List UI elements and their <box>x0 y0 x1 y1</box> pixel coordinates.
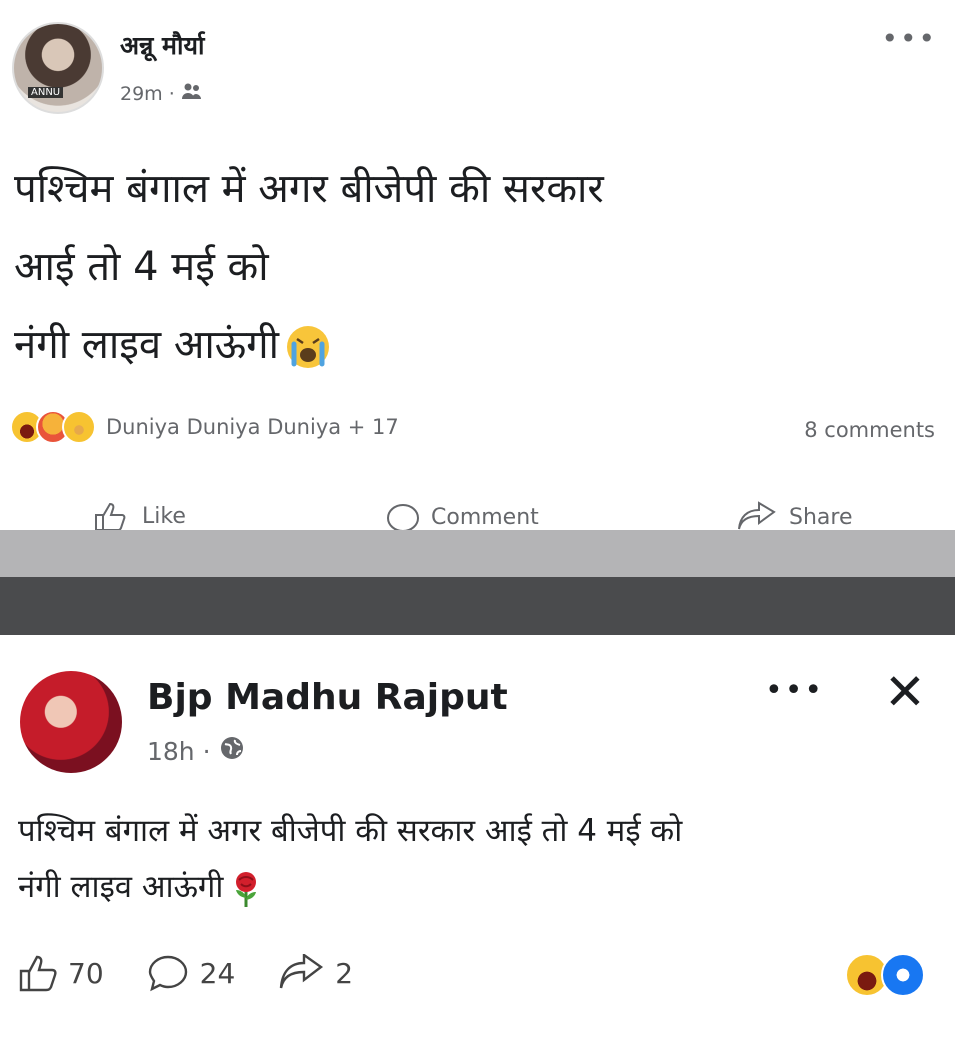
post-card-1: ANNU अन्नू मौर्या 29m · ••• पश्चिम बंगाल… <box>0 0 955 535</box>
reactions-summary[interactable] <box>845 953 925 997</box>
post-text: पश्चिम बंगाल में अगर बीजेपी की सरकार आई … <box>18 803 938 915</box>
more-options-icon[interactable]: ••• <box>881 22 937 55</box>
post-time[interactable]: 18h <box>147 737 195 766</box>
reactions-summary[interactable]: Duniya Duniya Duniya + 17 <box>10 410 399 444</box>
action-bar: 70 24 2 <box>18 953 395 993</box>
like-reaction-icon <box>881 953 925 997</box>
sad-reaction-icon <box>62 410 96 444</box>
post-text-line: पश्चिम बंगाल में अगर बीजेपी की सरकार आई … <box>18 813 683 849</box>
share-icon <box>280 954 324 989</box>
separator-light <box>0 530 955 577</box>
post-text-line: आई तो 4 मई को <box>14 244 269 290</box>
share-icon <box>738 501 776 530</box>
share-button[interactable]: Share <box>735 501 853 533</box>
separator-dark <box>0 577 955 635</box>
post-text: पश्चिम बंगाल में अगर बीजेपी की सरकार आई … <box>14 150 914 384</box>
like-label: Like <box>142 503 186 529</box>
globe-icon <box>219 735 245 767</box>
post-text-line: पश्चिम बंगाल में अगर बीजेपी की सरकार <box>14 166 604 212</box>
comment-count[interactable]: 8 comments <box>804 418 935 442</box>
comment-button[interactable]: Comment <box>385 501 539 533</box>
like-button[interactable]: Like <box>92 501 186 531</box>
comment-icon <box>148 955 187 992</box>
post-time[interactable]: 29m <box>120 83 163 105</box>
close-icon[interactable]: ✕ <box>884 667 926 717</box>
comment-icon <box>387 504 419 532</box>
action-bar: Like Comment Share <box>0 495 955 535</box>
avatar[interactable] <box>20 671 122 773</box>
post-text-line: नंगी लाइव आऊंगी <box>14 322 280 368</box>
share-button[interactable]: 2 <box>277 954 353 992</box>
post-meta: 18h · <box>147 735 245 767</box>
comment-button[interactable]: 24 <box>146 953 236 993</box>
share-count: 2 <box>335 956 354 990</box>
like-count: 70 <box>68 956 104 990</box>
like-button[interactable]: 70 <box>18 954 104 992</box>
share-label: Share <box>789 504 853 530</box>
avatar[interactable]: ANNU <box>12 22 104 114</box>
reactor-names: Duniya Duniya Duniya + 17 <box>106 415 399 439</box>
author-name[interactable]: अन्नू मौर्या <box>120 28 204 62</box>
crying-face-icon <box>287 326 330 368</box>
more-options-icon[interactable]: ••• <box>765 673 824 708</box>
post-text-line: नंगी लाइव आऊंगी <box>18 869 224 905</box>
thumbs-up-icon <box>19 955 57 992</box>
comment-label: Comment <box>431 504 539 530</box>
comment-count: 24 <box>199 956 236 990</box>
rose-icon <box>236 871 257 907</box>
friends-icon <box>181 82 203 105</box>
post-meta: 29m · <box>120 82 203 105</box>
author-name[interactable]: Bjp Madhu Rajput <box>147 677 508 718</box>
thumbs-up-icon <box>95 502 126 531</box>
post-card-2: Bjp Madhu Rajput 18h · ••• ✕ पश्चिम बंगा… <box>0 635 955 1041</box>
